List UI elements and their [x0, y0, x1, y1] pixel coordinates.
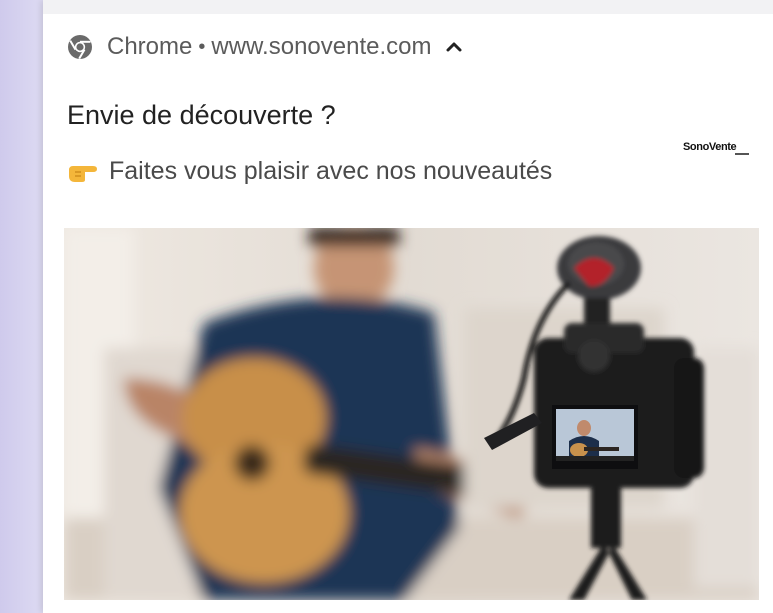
screen: Chrome • www.sonovente.com Envie de déco…: [0, 0, 773, 613]
notification-body-text: Faites vous plaisir avec nos nouveautés: [109, 157, 553, 185]
notification-header[interactable]: Chrome • www.sonovente.com: [67, 30, 463, 64]
sonovente-logo: SonoVente: [683, 141, 749, 155]
notification-card[interactable]: Chrome • www.sonovente.com Envie de déco…: [43, 0, 773, 613]
chevron-up-icon[interactable]: [445, 38, 463, 56]
site-url: www.sonovente.com: [211, 33, 432, 60]
notification-body: Faites vous plaisir avec nos nouveautés: [67, 157, 552, 186]
guitarist-camera-photo: [64, 228, 759, 600]
chrome-icon: [68, 35, 92, 60]
svg-text:SonoVente: SonoVente: [683, 141, 737, 153]
pointing-hand-icon: [69, 165, 97, 182]
card-top-gap: [43, 0, 773, 14]
app-name: Chrome: [107, 33, 193, 60]
header-separator: •: [198, 35, 206, 58]
notification-image: [64, 228, 759, 600]
notification-title: Envie de découverte ?: [67, 100, 336, 130]
